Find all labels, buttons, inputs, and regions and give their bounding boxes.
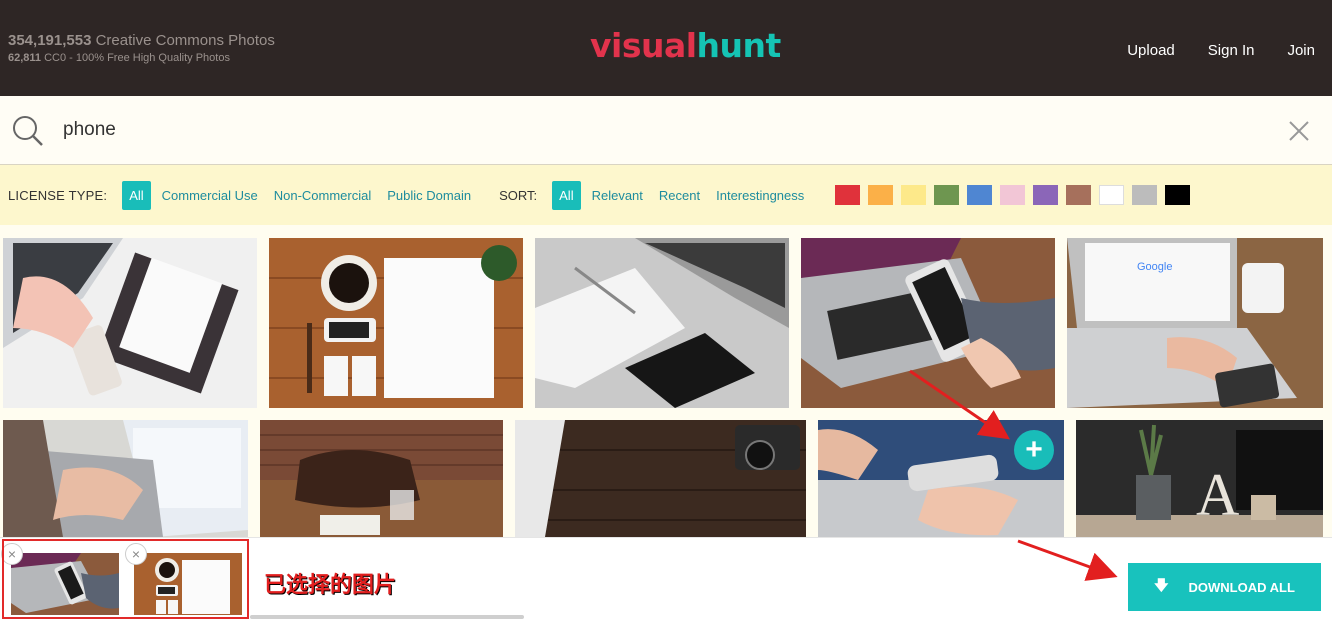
- sort-relevant[interactable]: Relevant: [584, 181, 651, 210]
- photo-typing-laptop[interactable]: [3, 420, 248, 537]
- color-swatch-10[interactable]: [1165, 185, 1191, 205]
- selected-photos-highlight: [2, 539, 249, 619]
- search-bar: phone: [0, 96, 1332, 165]
- plus-icon: +: [1025, 433, 1043, 466]
- header-nav: Upload Sign In Join: [1127, 42, 1332, 59]
- color-swatch-0[interactable]: [835, 185, 861, 205]
- download-all-button[interactable]: 🡇 DOWNLOAD ALL: [1128, 563, 1321, 611]
- color-swatch-7[interactable]: [1066, 185, 1092, 205]
- photo-brick-wall-bag[interactable]: [260, 420, 503, 537]
- download-arrow-icon: 🡇: [1154, 577, 1169, 593]
- sort-all[interactable]: All: [552, 180, 581, 210]
- svg-text:A: A: [1196, 462, 1239, 528]
- filter-bar: LICENSE TYPE: All Commercial Use Non-Com…: [0, 165, 1332, 225]
- license-non-commercial[interactable]: Non-Commercial: [266, 181, 380, 210]
- photo-coffee-paper-desk[interactable]: [269, 238, 523, 408]
- photo-stock-chart-phone-laptop[interactable]: [801, 238, 1055, 408]
- license-commercial-use[interactable]: Commercial Use: [154, 181, 266, 210]
- download-all-label: DOWNLOAD ALL: [1188, 579, 1295, 595]
- license-public-domain[interactable]: Public Domain: [379, 181, 479, 210]
- color-swatch-4[interactable]: [967, 185, 993, 205]
- tray-scrollbar[interactable]: [250, 615, 524, 619]
- color-filter: [835, 185, 1198, 205]
- join-link[interactable]: Join: [1287, 42, 1315, 59]
- cc0-label: CC0 - 100% Free High Quality Photos: [44, 52, 230, 64]
- color-swatch-8[interactable]: [1099, 185, 1125, 205]
- photo-desk-plant-letter[interactable]: A: [1076, 420, 1323, 537]
- add-to-selection-button[interactable]: +: [1014, 430, 1054, 470]
- color-swatch-5[interactable]: [1000, 185, 1026, 205]
- color-swatch-6[interactable]: [1033, 185, 1059, 205]
- sort-label: SORT:: [499, 187, 538, 203]
- photo-bw-notebook-phone[interactable]: [535, 238, 789, 408]
- svg-text:Google: Google: [1137, 261, 1172, 273]
- sort-interestingness[interactable]: Interestingness: [708, 181, 812, 210]
- color-swatch-9[interactable]: [1132, 185, 1158, 205]
- photo-dark-wood-camera[interactable]: [515, 420, 806, 537]
- visualhunt-logo[interactable]: visualhunt: [590, 26, 781, 65]
- color-swatch-3[interactable]: [934, 185, 960, 205]
- license-type-label: LICENSE TYPE:: [8, 187, 108, 203]
- selected-photos-caption: 已选择的图片: [264, 573, 397, 598]
- cc0-count: 62,811: [8, 52, 42, 64]
- license-all[interactable]: All: [122, 180, 151, 210]
- sign-in-link[interactable]: Sign In: [1208, 42, 1255, 59]
- photo-google-laptop-mug[interactable]: Google: [1067, 238, 1323, 408]
- upload-link[interactable]: Upload: [1127, 42, 1175, 59]
- site-stats: 354,191,553 Creative Commons Photos 62,8…: [8, 32, 275, 65]
- magnifier-icon[interactable]: [12, 115, 44, 147]
- close-icon[interactable]: [1288, 120, 1310, 142]
- photo-count-label: Creative Commons Photos: [95, 32, 275, 49]
- color-swatch-1[interactable]: [868, 185, 894, 205]
- photo-laptop-notebook-phone[interactable]: [3, 238, 257, 408]
- search-input[interactable]: phone: [63, 119, 116, 141]
- photo-count: 354,191,553: [8, 32, 92, 49]
- top-header: 354,191,553 Creative Commons Photos 62,8…: [0, 0, 1332, 96]
- sort-recent[interactable]: Recent: [651, 181, 708, 210]
- color-swatch-2[interactable]: [901, 185, 927, 205]
